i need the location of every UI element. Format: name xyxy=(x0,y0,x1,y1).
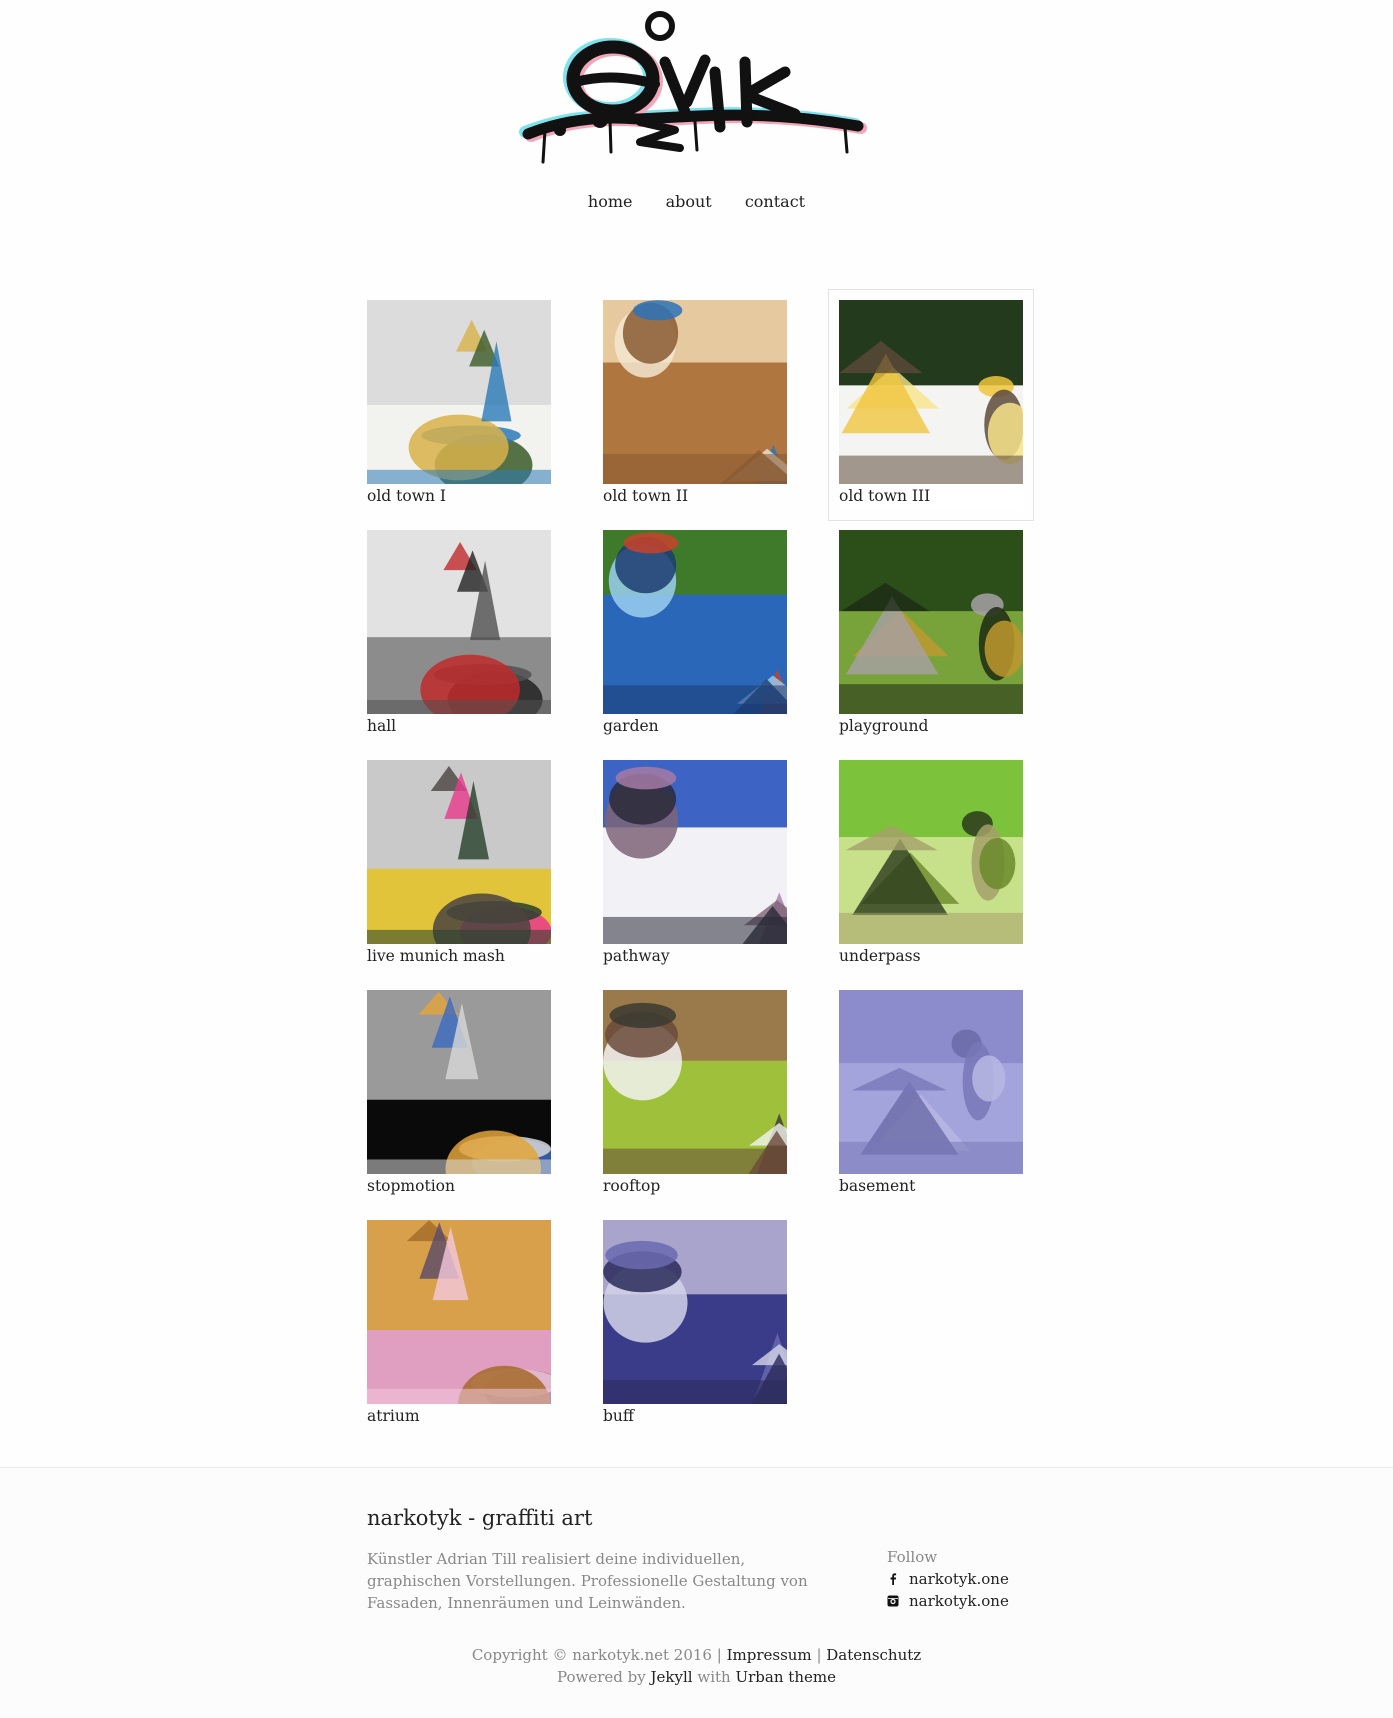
instagram-icon xyxy=(887,1595,899,1607)
gallery-image xyxy=(603,990,787,1174)
gallery-item[interactable]: basement xyxy=(839,990,1023,1200)
gallery-item[interactable]: garden xyxy=(603,530,787,740)
footer-description: Künstler Adrian Till realisiert deine in… xyxy=(367,1550,808,1612)
gallery-item[interactable]: old town I xyxy=(367,300,551,510)
footer-title: narkotyk - graffiti art xyxy=(367,1506,593,1530)
powered-by-text: Powered by xyxy=(557,1668,646,1686)
gallery-image xyxy=(603,760,787,944)
gallery-item[interactable]: hall xyxy=(367,530,551,740)
social-link-facebook[interactable]: narkotyk.one xyxy=(887,1570,1009,1588)
nav-home[interactable]: home xyxy=(588,192,633,211)
gallery-thumbnail[interactable] xyxy=(839,990,1023,1174)
gallery-thumbnail[interactable] xyxy=(367,1220,551,1404)
gallery-thumbnail[interactable] xyxy=(839,300,1023,484)
gallery-image xyxy=(367,990,551,1174)
separator: | xyxy=(816,1646,822,1664)
gallery-image xyxy=(603,300,787,484)
gallery-image xyxy=(367,760,551,944)
gallery-caption[interactable]: buff xyxy=(603,1406,787,1426)
gallery-image xyxy=(367,300,551,484)
gallery-caption[interactable]: garden xyxy=(603,716,787,736)
gallery-item[interactable]: old town III xyxy=(828,289,1034,521)
gallery-thumbnail[interactable] xyxy=(367,530,551,714)
social-link-instagram[interactable]: narkotyk.one xyxy=(887,1592,1009,1610)
copyright: Copyright © narkotyk.net 2016 | Impressu… xyxy=(0,1644,1393,1688)
gallery-item[interactable]: atrium xyxy=(367,1220,551,1430)
gallery-thumbnail[interactable] xyxy=(603,530,787,714)
gallery-thumbnail[interactable] xyxy=(839,530,1023,714)
footer: narkotyk - graffiti art Künstler Adrian … xyxy=(0,1467,1393,1718)
follow-label: Follow xyxy=(887,1548,938,1566)
gallery-thumbnail[interactable] xyxy=(367,760,551,944)
gallery-item[interactable]: stopmotion xyxy=(367,990,551,1200)
gallery-image xyxy=(603,530,787,714)
gallery-thumbnail[interactable] xyxy=(839,760,1023,944)
datenschutz-link[interactable]: Datenschutz xyxy=(826,1646,921,1664)
gallery-image xyxy=(603,1220,787,1404)
gallery-item[interactable]: buff xyxy=(603,1220,787,1430)
gallery-image xyxy=(839,990,1023,1174)
copyright-text: Copyright © narkotyk.net 2016 | xyxy=(471,1646,722,1664)
gallery-image xyxy=(839,760,1023,944)
social-label-facebook: narkotyk.one xyxy=(909,1570,1009,1588)
header xyxy=(0,0,1393,180)
gallery-item[interactable]: old town II xyxy=(603,300,787,510)
main-nav: home about contact xyxy=(0,192,1393,211)
gallery-thumbnail[interactable] xyxy=(367,990,551,1174)
with-text: with xyxy=(697,1668,731,1686)
gallery-caption[interactable]: live munich mash xyxy=(367,946,551,966)
nav-contact[interactable]: contact xyxy=(745,192,805,211)
theme-link[interactable]: Urban theme xyxy=(736,1668,836,1686)
gallery-caption[interactable]: old town I xyxy=(367,486,551,506)
gallery-item[interactable]: pathway xyxy=(603,760,787,970)
gallery-item[interactable]: live munich mash xyxy=(367,760,551,970)
gallery-caption[interactable]: hall xyxy=(367,716,551,736)
gallery-image xyxy=(839,530,1023,714)
gallery-image xyxy=(367,1220,551,1404)
gallery-caption[interactable]: stopmotion xyxy=(367,1176,551,1196)
gallery-thumbnail[interactable] xyxy=(603,760,787,944)
gallery-caption[interactable]: old town III xyxy=(839,486,1023,506)
gallery-caption[interactable]: playground xyxy=(839,716,1023,736)
jekyll-link[interactable]: Jekyll xyxy=(651,1668,693,1686)
gallery-caption[interactable]: underpass xyxy=(839,946,1023,966)
impressum-link[interactable]: Impressum xyxy=(727,1646,812,1664)
gallery-thumbnail[interactable] xyxy=(603,300,787,484)
gallery-item[interactable]: rooftop xyxy=(603,990,787,1200)
gallery-image xyxy=(839,300,1023,484)
gallery-item[interactable]: playground xyxy=(839,530,1023,740)
gallery-caption[interactable]: rooftop xyxy=(603,1176,787,1196)
gallery-caption[interactable]: basement xyxy=(839,1176,1023,1196)
facebook-icon xyxy=(890,1573,897,1585)
gallery-caption[interactable]: pathway xyxy=(603,946,787,966)
gallery-item[interactable]: underpass xyxy=(839,760,1023,970)
gallery-caption[interactable]: old town II xyxy=(603,486,787,506)
gallery-thumbnail[interactable] xyxy=(367,300,551,484)
site-logo[interactable] xyxy=(515,2,875,177)
gallery-thumbnail[interactable] xyxy=(603,990,787,1174)
gallery-caption[interactable]: atrium xyxy=(367,1406,551,1426)
gallery-thumbnail[interactable] xyxy=(603,1220,787,1404)
nav-about[interactable]: about xyxy=(666,192,712,211)
social-label-instagram: narkotyk.one xyxy=(909,1592,1009,1610)
gallery-image xyxy=(367,530,551,714)
